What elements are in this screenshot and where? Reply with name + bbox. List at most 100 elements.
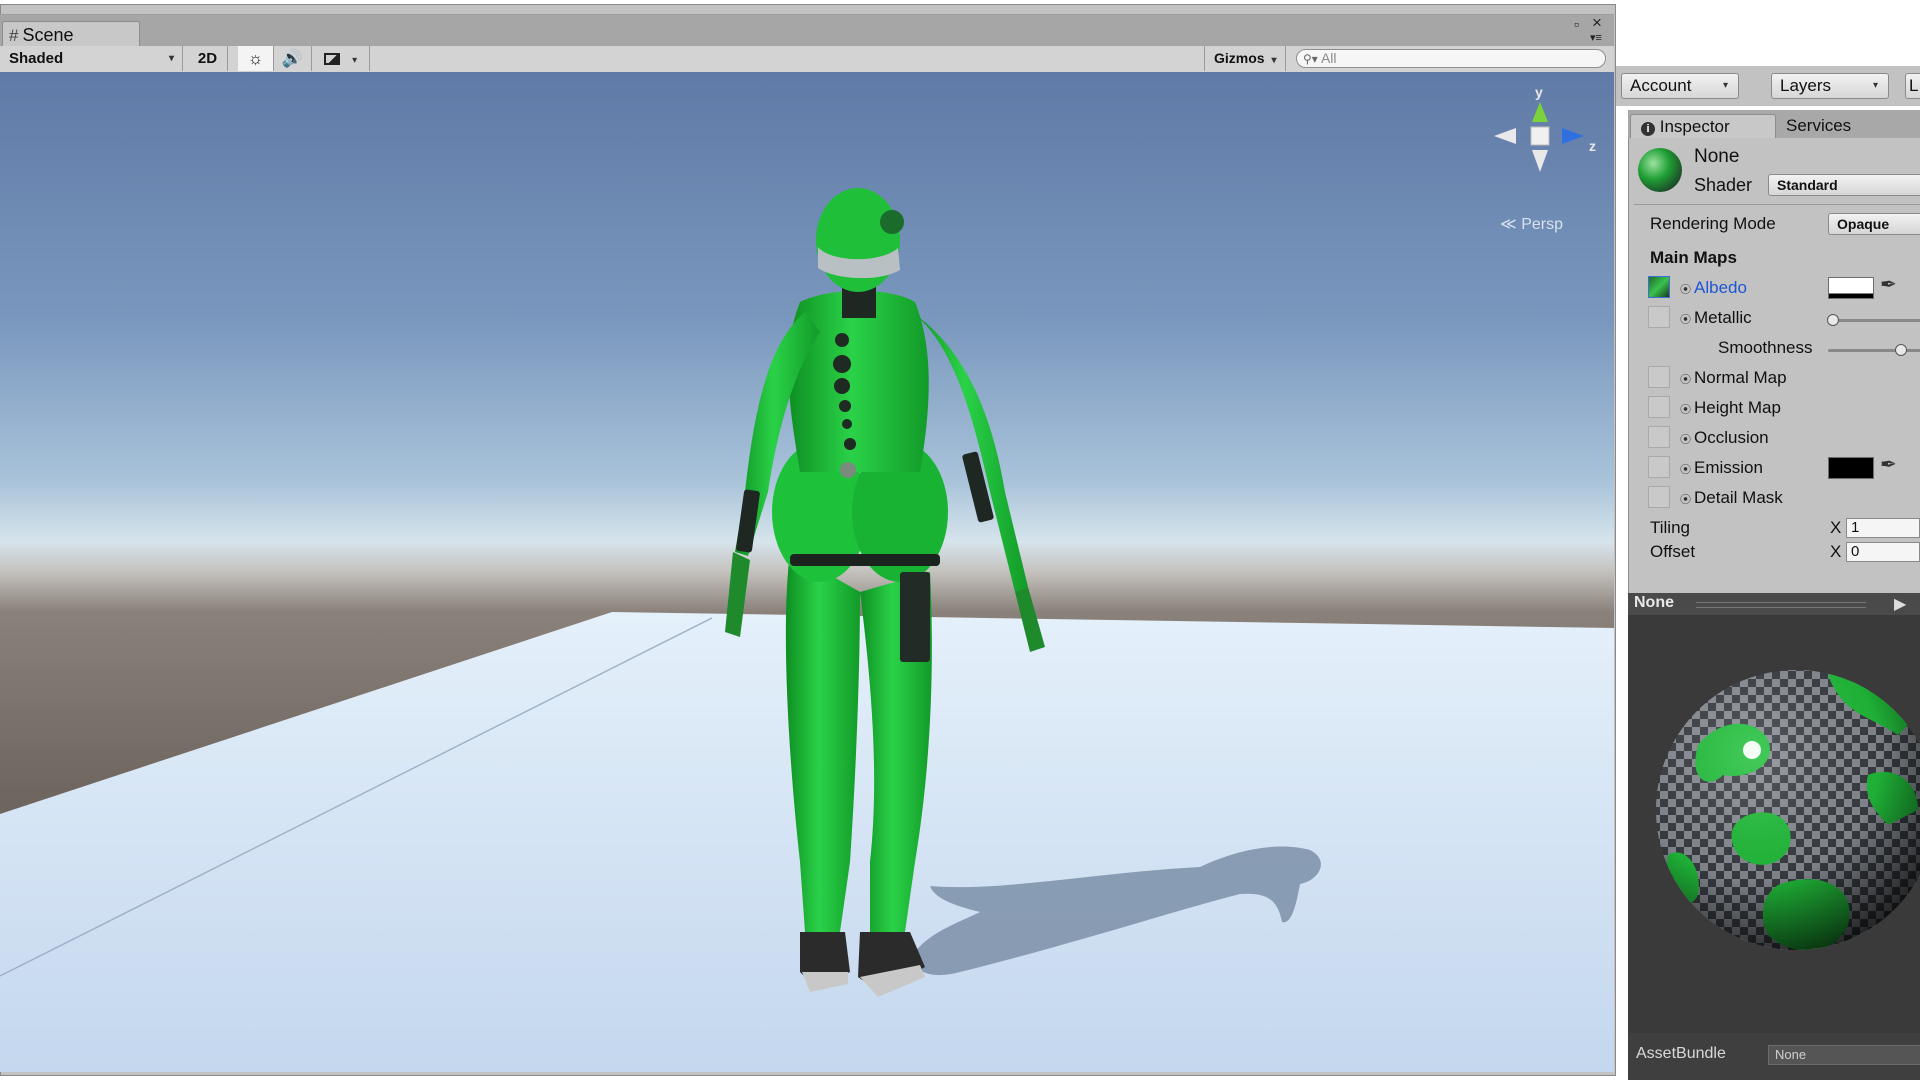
albedo-label[interactable]: ⦿ Albedo	[1680, 278, 1747, 298]
detail-mask-label: ⦿ Detail Mask	[1680, 488, 1783, 508]
account-label: Account	[1630, 76, 1692, 95]
scene-tab-bar	[0, 14, 1614, 48]
circle-dot-icon: ⦿	[1680, 464, 1691, 476]
eyedropper-icon[interactable]: ✒	[1880, 272, 1897, 297]
material-name: None	[1694, 146, 1740, 167]
metallic-texture-slot[interactable]	[1648, 306, 1670, 328]
2d-toggle-button[interactable]: 2D	[188, 46, 228, 71]
projection-toggle[interactable]: ≪ Persp	[1500, 214, 1563, 234]
shader-value: Standard	[1777, 177, 1838, 193]
search-icon: ⚲▾	[1303, 52, 1318, 66]
shader-label: Shader	[1694, 175, 1753, 195]
projection-label: Persp	[1521, 216, 1563, 233]
shading-mode-label: Shaded	[9, 50, 64, 67]
gizmo-axis-y-label: y	[1535, 84, 1543, 100]
preview-drag-handle[interactable]	[1696, 602, 1866, 608]
smoothness-label: Smoothness	[1718, 338, 1813, 357]
search-placeholder: All	[1320, 50, 1337, 66]
gizmos-label: Gizmos	[1214, 50, 1265, 66]
circle-dot-icon: ⦿	[1680, 494, 1691, 506]
info-icon: i	[1641, 122, 1655, 136]
asset-bundle-bar: AssetBundle None	[1628, 1033, 1920, 1080]
scene-toolbar: Shaded ▾ 2D ☼ 🔊 ▾ Gizmos ▾ ⚲▾ All	[0, 46, 1614, 73]
height-map-texture-slot[interactable]	[1648, 396, 1670, 418]
close-icon[interactable]: ×	[1592, 13, 1602, 33]
tab-inspector[interactable]: i Inspector	[1630, 114, 1776, 138]
maximize-icon[interactable]: ▫	[1574, 16, 1579, 32]
detail-mask-text: Detail Mask	[1694, 488, 1783, 507]
preview-header[interactable]: None ▶	[1628, 593, 1920, 615]
metallic-text: Metallic	[1694, 308, 1752, 327]
audio-toggle-icon[interactable]: 🔊	[274, 46, 312, 71]
account-dropdown[interactable]: Account ▾	[1621, 73, 1739, 99]
tab-scene[interactable]: # Scene	[2, 21, 140, 47]
occlusion-text: Occlusion	[1694, 428, 1769, 447]
rendering-mode-dropdown[interactable]: Opaque	[1828, 213, 1920, 235]
effects-dropdown[interactable]: ▾	[318, 46, 370, 71]
emission-label: ⦿ Emission	[1680, 458, 1763, 478]
offset-x-field[interactable]: 0	[1846, 542, 1920, 562]
albedo-color-field[interactable]	[1828, 277, 1874, 299]
chevron-down-icon: ▾	[1722, 80, 1728, 91]
scene-search-input[interactable]: ⚲▾ All	[1296, 49, 1606, 68]
detail-mask-texture-slot[interactable]	[1648, 486, 1670, 508]
scene-tab-label: Scene	[22, 25, 74, 45]
orientation-gizmo[interactable]	[1480, 84, 1600, 194]
shader-dropdown[interactable]: Standard	[1768, 174, 1920, 196]
tab-inspector-label: Inspector	[1659, 117, 1730, 136]
asset-bundle-label: AssetBundle	[1636, 1045, 1726, 1062]
rendering-mode-value: Opaque	[1837, 216, 1890, 232]
normal-map-texture-slot[interactable]	[1648, 366, 1670, 388]
height-map-label: ⦿ Height Map	[1680, 398, 1781, 418]
material-preview[interactable]	[1628, 615, 1920, 1033]
pane-menu-icon[interactable]: ▾≡	[1590, 31, 1602, 44]
layout-dropdown[interactable]: L	[1905, 73, 1920, 99]
metallic-slider-track[interactable]	[1832, 319, 1920, 322]
tiling-label: Tiling	[1650, 518, 1690, 537]
layers-label: Layers	[1780, 76, 1832, 95]
offset-label: Offset	[1650, 542, 1696, 561]
circle-dot-icon: ⦿	[1680, 404, 1691, 416]
preview-name: None	[1634, 594, 1674, 611]
albedo-texture-slot[interactable]	[1648, 276, 1670, 298]
lighting-toggle-icon[interactable]: ☼	[238, 46, 274, 71]
normal-map-text: Normal Map	[1694, 368, 1787, 387]
emission-color-field[interactable]	[1828, 457, 1874, 479]
normal-map-label: ⦿ Normal Map	[1680, 368, 1787, 388]
circle-dot-icon: ⦿	[1680, 374, 1691, 386]
chevron-down-icon: ▾	[1872, 80, 1878, 91]
header-divider	[1634, 204, 1920, 205]
circle-dot-icon: ⦿	[1680, 434, 1691, 446]
emission-texture-slot[interactable]	[1648, 456, 1670, 478]
rendering-mode-label: Rendering Mode	[1650, 214, 1776, 233]
play-icon[interactable]: ▶	[1894, 594, 1906, 614]
chevron-down-icon: ▾	[1271, 55, 1277, 66]
occlusion-texture-slot[interactable]	[1648, 426, 1670, 448]
metallic-label: ⦿ Metallic	[1680, 308, 1752, 328]
main-maps-header: Main Maps	[1650, 248, 1737, 267]
eyedropper-icon[interactable]: ✒	[1880, 452, 1897, 477]
tiling-x-field[interactable]: 1	[1846, 518, 1920, 538]
height-map-text: Height Map	[1694, 398, 1781, 417]
scene-viewport[interactable]: y z ≪ Persp	[0, 72, 1614, 1072]
metallic-slider-knob[interactable]	[1827, 314, 1839, 326]
gizmo-axis-z-label: z	[1589, 138, 1596, 154]
chevron-down-icon: ▾	[352, 55, 358, 66]
albedo-text: Albedo	[1694, 278, 1747, 297]
tiling-x-axis-label: X	[1830, 518, 1842, 537]
chevron-down-icon: ▾	[168, 53, 174, 64]
chevron-left-icon: ≪	[1500, 216, 1517, 233]
image-icon	[324, 53, 340, 66]
asset-bundle-dropdown[interactable]: None	[1768, 1045, 1920, 1065]
occlusion-label: ⦿ Occlusion	[1680, 428, 1769, 448]
asset-bundle-value: None	[1775, 1047, 1807, 1062]
emission-text: Emission	[1694, 458, 1763, 477]
circle-dot-icon: ⦿	[1680, 284, 1691, 296]
smoothness-slider-knob[interactable]	[1895, 344, 1907, 356]
layers-dropdown[interactable]: Layers ▾	[1771, 73, 1889, 99]
tab-services[interactable]: Services	[1776, 114, 1886, 138]
material-thumbnail-icon	[1638, 148, 1682, 192]
offset-x-axis-label: X	[1830, 542, 1842, 561]
gizmos-dropdown[interactable]: Gizmos ▾	[1204, 46, 1286, 71]
shading-mode-dropdown[interactable]: Shaded ▾	[0, 46, 183, 71]
